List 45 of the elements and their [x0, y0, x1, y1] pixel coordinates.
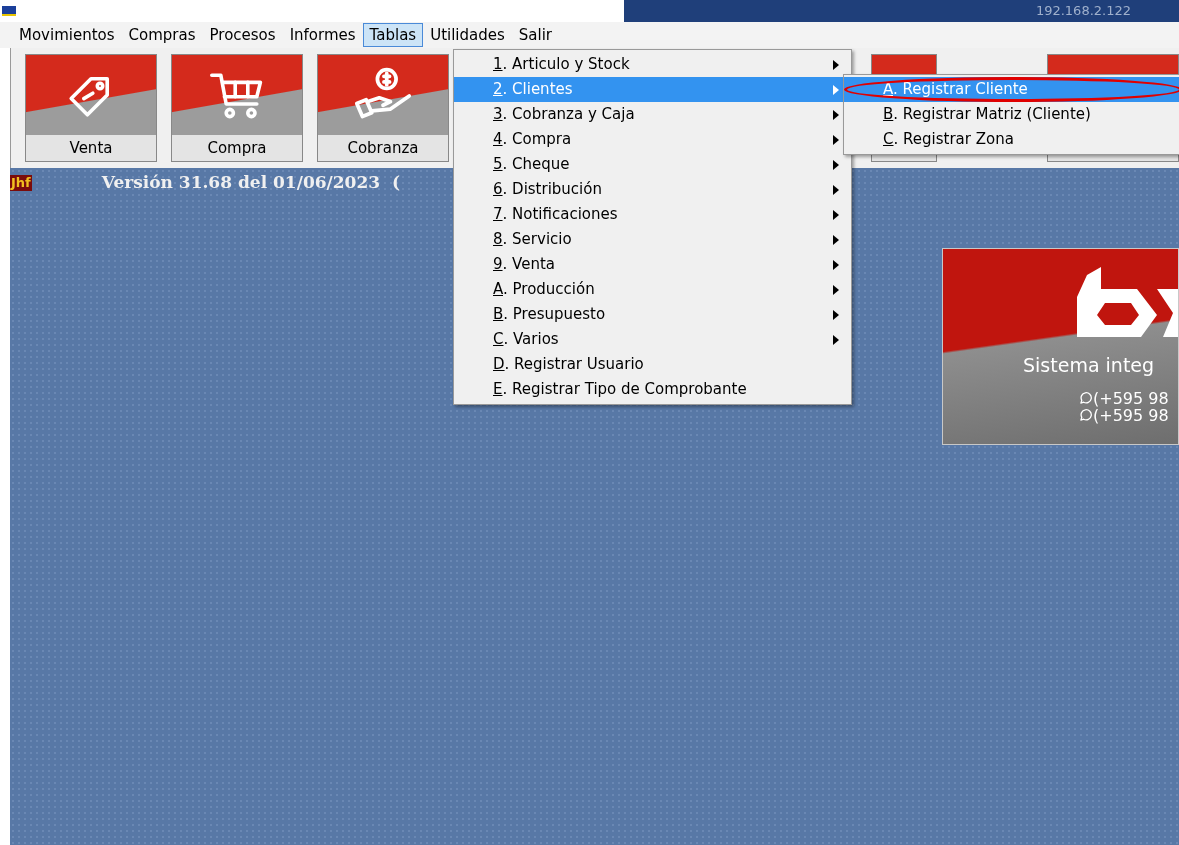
menu-item[interactable]: B. Presupuesto [454, 302, 851, 327]
menu-bar-item[interactable]: Salir [511, 23, 560, 47]
toolbar-button[interactable]: Compra [171, 54, 303, 162]
phone-number: (+595 98 [1093, 389, 1169, 407]
submenu-arrow-icon [833, 184, 839, 195]
menu-item[interactable]: 8. Servicio [454, 227, 851, 252]
chat-bubble-icon [1079, 408, 1092, 422]
menu-bar-item[interactable]: Movimientos [12, 23, 122, 47]
menu-bar-item[interactable]: Utilidades [423, 23, 512, 47]
toolbar-button[interactable]: Cobranza [317, 54, 449, 162]
menu-bar-item[interactable]: Tablas [362, 23, 424, 47]
version-label: Versión 31.68 del 01/06/2023 ( [101, 171, 400, 195]
chat-bubble-icon [1079, 391, 1092, 405]
toolbar-button[interactable]: Venta [25, 54, 157, 162]
menu-bar-item[interactable]: Informes [282, 23, 363, 47]
menu-item[interactable]: 7. Notificaciones [454, 202, 851, 227]
menu-item[interactable]: B. Registrar Matriz (Cliente) [844, 102, 1179, 127]
promo-tagline: Sistema integ [1023, 353, 1156, 378]
submenu-arrow-icon [833, 309, 839, 320]
menu-item[interactable]: 5. Cheque [454, 152, 851, 177]
submenu-arrow-icon [833, 134, 839, 145]
server-address: 192.168.2.122 [1035, 2, 1131, 21]
logo-mark-icon [1077, 267, 1178, 337]
menu-item[interactable]: E. Registrar Tipo de Comprobante [454, 377, 851, 402]
submenu-arrow-icon [833, 159, 839, 170]
submenu-arrow-icon [833, 334, 839, 345]
menu-item[interactable]: 6. Distribución [454, 177, 851, 202]
user-badge: Jhf [10, 175, 32, 191]
submenu-arrow-icon [833, 234, 839, 245]
menu-bar-item[interactable]: Compras [121, 23, 203, 47]
menu-item[interactable]: A. Producción [454, 277, 851, 302]
menu-item[interactable]: 1. Articulo y Stock [454, 52, 851, 77]
menu-item[interactable]: 9. Venta [454, 252, 851, 277]
submenu-arrow-icon [833, 84, 839, 95]
submenu-arrow-icon [833, 109, 839, 120]
submenu-arrow-icon [833, 59, 839, 70]
menu-item[interactable]: C. Varios [454, 327, 851, 352]
submenu-arrow-icon [833, 284, 839, 295]
phone-number: (+595 98 [1093, 406, 1169, 424]
menu-item[interactable]: D. Registrar Usuario [454, 352, 851, 377]
app-icon [2, 6, 16, 16]
submenu-arrow-icon [833, 259, 839, 270]
menu-item[interactable]: C. Registrar Zona [844, 127, 1179, 152]
submenu-arrow-icon [833, 209, 839, 220]
menu-bar-item[interactable]: Procesos [202, 23, 283, 47]
